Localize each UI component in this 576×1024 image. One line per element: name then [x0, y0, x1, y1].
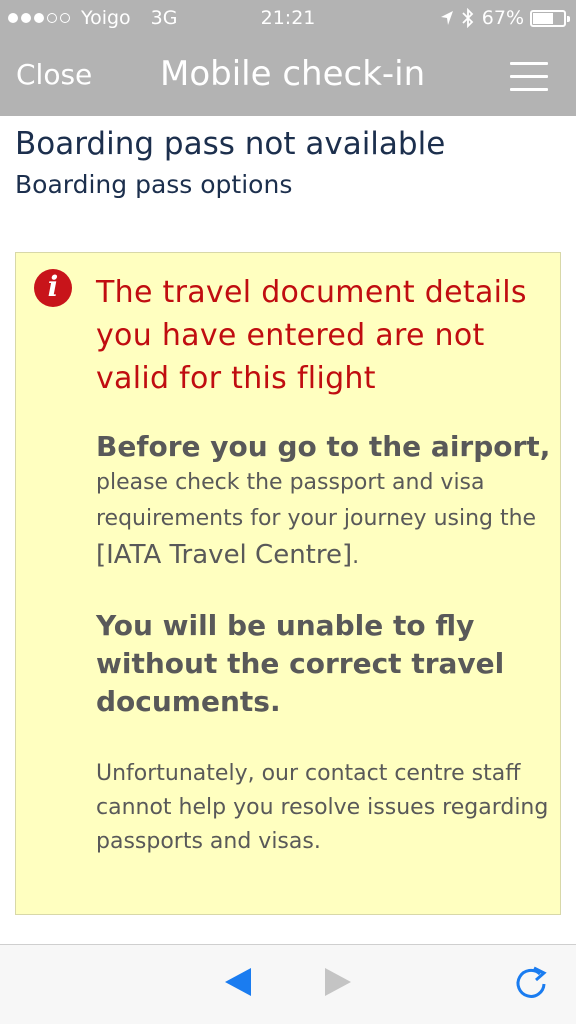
alert-para1: please check the passport and visa requi… — [96, 470, 537, 570]
alert-para3: Unfortunately, our contact centre staff … — [96, 761, 549, 854]
alert-title: The travel document details you have ent… — [96, 275, 527, 396]
alert-para2: You will be unable to fly without the co… — [96, 609, 505, 718]
reload-icon[interactable] — [512, 965, 550, 1003]
page-title: Boarding pass not available — [15, 126, 446, 162]
nav-title: Mobile check-in — [160, 54, 426, 94]
status-bar: Yoigo 3G 21:21 67% — [0, 0, 576, 40]
back-arrow-icon[interactable] — [224, 967, 252, 997]
location-arrow-icon — [440, 11, 453, 25]
bluetooth-icon — [462, 8, 474, 28]
travel-document-alert-panel: i The travel document details you have e… — [15, 252, 561, 915]
boarding-pass-options-link[interactable]: Boarding pass options — [15, 170, 292, 199]
battery-icon — [530, 9, 570, 27]
alert-para1-text: please check the passport and visa requi… — [96, 470, 537, 531]
info-icon: i — [34, 269, 72, 307]
hamburger-menu-icon[interactable] — [510, 62, 548, 92]
close-button[interactable]: Close — [16, 58, 92, 91]
battery-level — [533, 12, 554, 24]
forward-arrow-icon[interactable] — [324, 967, 352, 997]
iata-travel-centre-link[interactable]: [IATA Travel Centre] — [96, 540, 352, 570]
battery-percent: 67% — [481, 7, 524, 29]
navigation-bar: Close Mobile check-in — [0, 40, 576, 116]
status-right: 67% — [440, 7, 570, 29]
bottom-toolbar — [0, 944, 576, 1024]
alert-para1-heading: Before you go to the airport, — [96, 430, 551, 463]
